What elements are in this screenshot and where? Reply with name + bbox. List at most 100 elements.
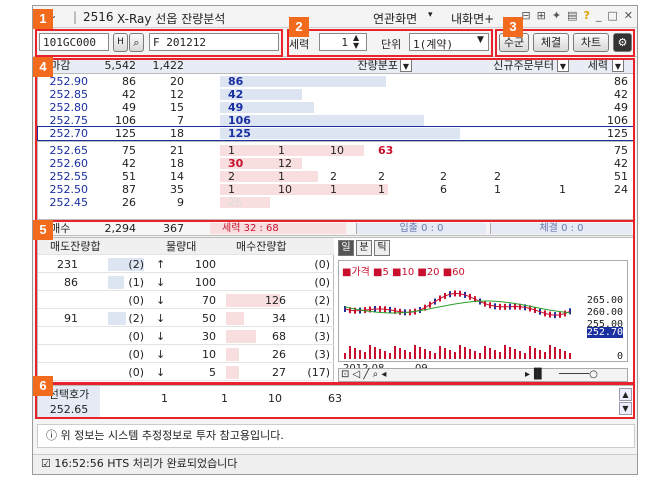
buy-count: (2) [314,294,330,307]
ask-row[interactable]: 252.90 86 20 86 86 [38,75,634,88]
selected-price-panel: 선택호가 252.65 1 1 10 63 ▲ ▼ [37,385,635,418]
lower-panel: 매도잔량합 물량대 매수잔량합 231 (2) ↑ 100 (0) 86 (1) ↓ 100 (0… [37,237,635,384]
header-distribution[interactable]: 잔량분포 [318,59,398,72]
ask-qty: 106 [115,114,136,127]
print-icon[interactable]: ▤ [567,9,577,22]
chart-scrollbar[interactable]: ⊡ ◁ ╱ ⌕ ◂ ▸▐▌ ─────○ [338,368,628,382]
chevron-down-icon[interactable]: ▼ [557,59,569,72]
close-icon[interactable]: ✕ [624,9,633,22]
bid-dist-value: 2 [228,170,235,183]
gear-icon[interactable]: ⚙ [613,33,632,52]
volume-bar [519,351,521,359]
ask-right-value: 86 [614,75,628,88]
pin-icon[interactable]: ✦ [552,9,561,22]
volume-band-row[interactable]: (0) ↓ 10 26 (3) [38,346,334,363]
bid-price: 252.50 [49,183,89,196]
chart-tab[interactable]: 틱 [374,240,390,256]
bid-qty: 87 [122,183,136,196]
minimize-icon[interactable]: _ [596,9,602,22]
ask-row[interactable]: 252.80 49 15 49 49 [38,101,634,114]
bid-qty: 26 [122,196,136,209]
bid-row[interactable]: 252.65 75 21 1 1 10 63 75 [38,144,634,157]
scroll-up-icon[interactable]: ▲ [619,388,632,401]
volume-band-row[interactable]: (0) ↓ 5 27 (17) [38,364,334,381]
zoom-slider[interactable]: ─────○ [559,369,598,381]
volume-band-table: 매도잔량합 물량대 매수잔량합 231 (2) ↑ 100 (0) 86 (1) ↓ 100 (0… [38,238,334,384]
bid-price: 252.65 [49,144,89,157]
volume-bar [569,353,571,359]
ask-row[interactable]: 252.75 106 7 106 106 [38,114,634,127]
band-value: 70 [202,294,216,307]
header-sell-sum: 매도잔량합 [50,240,101,253]
menu-related-screens[interactable]: 연관화면 [373,10,417,27]
bid-row[interactable]: 252.50 87 35 1 10 1 1 6 1 24 [38,183,634,196]
volume-band-row[interactable]: 231 (2) ↑ 100 (0) [38,256,334,273]
bid-dist-value: 2 [330,170,337,183]
volume-bar [499,352,501,359]
sell-count: (2) [128,312,144,325]
buy-count: (0) [314,276,330,289]
notice-bar: ⓘ 위 정보는 시스템 추정정보로 투자 참고용입니다. [37,424,635,448]
sell-sum: 91 [64,312,78,325]
stepper-arrows-icon[interactable]: ▲ ▼ [353,34,359,50]
band-value: 30 [202,330,216,343]
scroll-down-icon[interactable]: ▼ [619,402,632,415]
chart-tab[interactable]: 일 [338,240,354,256]
sekyuk-label: 세력 [289,38,310,51]
sekyuk-ratio: 세력 32 : 68 [210,223,346,234]
bid-dist-value: 1 [278,170,285,183]
direction-arrow: ↓ [156,276,166,289]
menu-my-screen[interactable]: 내화면+ [451,10,494,27]
volume-bar [514,349,516,359]
header-new-order[interactable]: 신규주문부터 [478,59,554,72]
volume-band-row[interactable]: 86 (1) ↓ 100 (0) [38,274,334,291]
buy-sum [252,274,286,291]
bid-dist-value: 10 [330,144,344,157]
window-icon[interactable]: ⊞ [537,9,546,22]
zoom-handle-icon[interactable]: ▸▐▌ [525,369,545,381]
bid-dist-value: 26 [228,196,242,209]
chart-plot: ■가격 ■5 ■10 ■20 ■60 265.00 260.00 255.00 252… [338,260,628,374]
chart-button[interactable]: 차트 [573,33,609,52]
volume-band-row[interactable]: (0) ↓ 30 68 (3) [38,328,334,345]
code-input[interactable]: 101GC000 [39,33,109,51]
band-value: 50 [202,312,216,325]
volume-bar [399,348,401,359]
ask-dist-value: 125 [228,127,251,140]
bid-row[interactable]: 252.60 42 18 30 12 42 [38,157,634,170]
volume-band-row[interactable]: 91 (2) ↓ 50 34 (1) [38,310,334,327]
search-icon[interactable]: ⌕ [129,33,144,52]
bid-dist-value: 1 [559,183,566,196]
volume-bar [424,349,426,359]
quantity-stepper[interactable]: 1 [319,33,367,51]
bid-count: 18 [170,157,184,170]
volume-band-row[interactable]: (0) ↓ 70 126 (2) [38,292,334,309]
chevron-down-icon[interactable]: ▼ [612,59,624,72]
bid-row[interactable]: 252.55 51 14 2 1 2 2 2 2 51 [38,170,634,183]
buy-count: (3) [314,348,330,361]
bid-dist-value: 1 [228,144,235,157]
ask-row[interactable]: 252.85 42 12 42 42 [38,88,634,101]
header-sekyuk[interactable]: 세력 [578,59,608,72]
ask-row[interactable]: 252.70 125 18 125 125 [37,126,635,141]
maximize-icon[interactable]: □ [607,9,617,22]
help-icon[interactable]: ? [583,9,589,22]
bid-dist-value: 12 [278,157,292,170]
chegyul-button[interactable]: 체결 [533,33,569,52]
history-button[interactable]: H [113,33,128,52]
chevron-down-icon[interactable]: ▼ [400,59,412,72]
volume-bar [394,346,396,359]
sell-sum [48,328,78,345]
ask-right-value: 125 [607,127,628,140]
volume-bar [564,351,566,359]
xray-window: N~ | 2516 X-Ray 선옵 잔량분석 연관화면 ▾ 내화면+ ⊟ ⊞ … [32,5,638,475]
chart-tab[interactable]: 분 [356,240,372,256]
bid-row[interactable]: 252.45 26 9 26 [38,196,634,209]
buy-sum: 68 [272,330,286,343]
bid-dist-value: 1 [330,183,337,196]
volume-bar [469,349,471,359]
buy-count: (1) [314,312,330,325]
volume-bar [354,348,356,359]
bid-qty: 51 [122,170,136,183]
header-band: 물량대 [166,240,197,253]
